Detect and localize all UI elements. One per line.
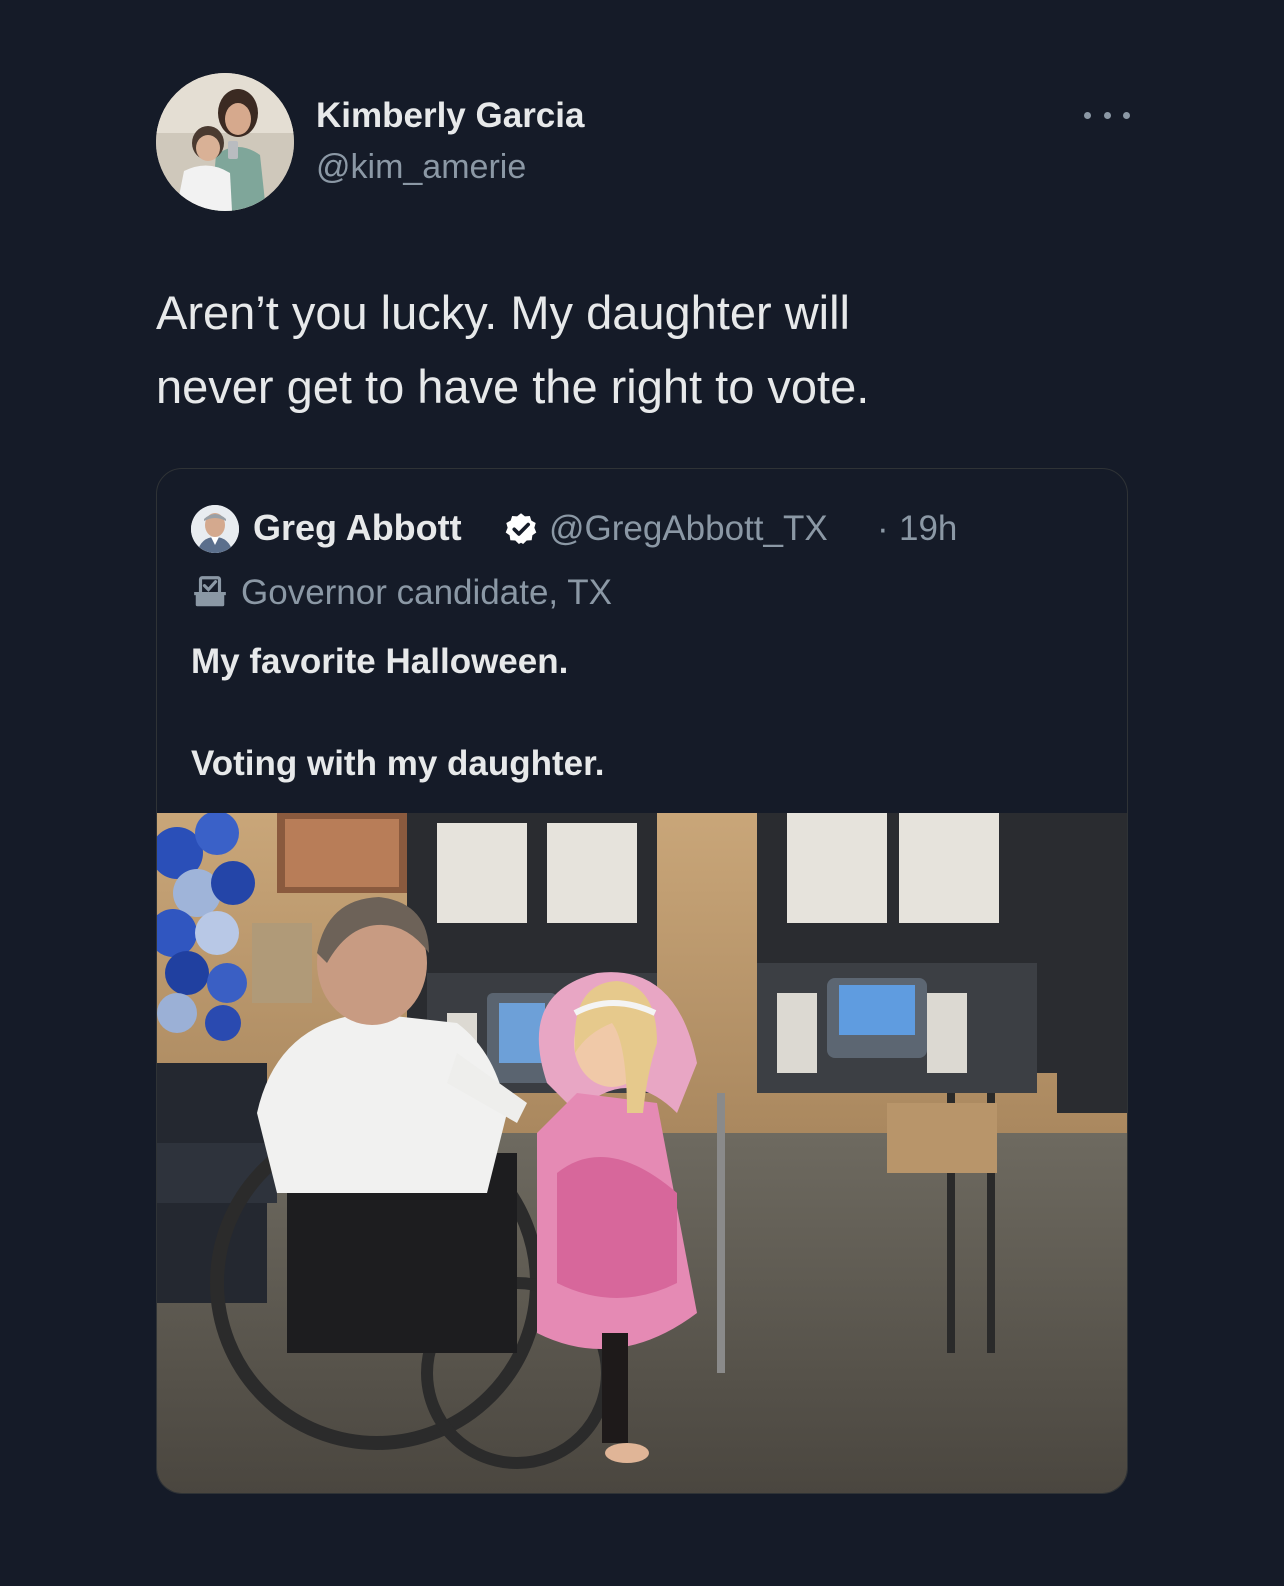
quoted-timestamp[interactable]: 19h <box>899 509 957 549</box>
separator-dot: · <box>877 509 889 548</box>
more-horizontal-icon <box>1084 111 1091 119</box>
profile-photo-icon <box>191 505 239 553</box>
tweet-text-line: Aren’t you lucky. My daughter will <box>156 286 850 339</box>
quoted-tweet-text: My favorite Halloween. Voting with my da… <box>191 637 1091 789</box>
photo-voting-booths-icon <box>157 813 1127 1493</box>
quoted-text-line: My favorite Halloween. <box>191 642 569 681</box>
quoted-media-photo[interactable] <box>157 813 1127 1493</box>
more-horizontal-icon <box>1123 111 1130 119</box>
candidate-label: Governor candidate, TX <box>241 573 612 612</box>
quoted-author-avatar[interactable] <box>191 505 239 553</box>
author-avatar[interactable] <box>156 73 294 211</box>
more-horizontal-icon <box>1103 111 1111 119</box>
author-name[interactable]: Kimberly Garcia <box>316 96 584 136</box>
verified-badge-icon <box>505 513 537 544</box>
ballot-box-icon <box>194 576 226 607</box>
quoted-text-line: Voting with my daughter. <box>191 744 605 783</box>
author-handle[interactable]: @kim_amerie <box>316 148 526 187</box>
profile-photo-icon <box>156 73 294 211</box>
tweet-text-line: never get to have the right to vote. <box>156 360 870 413</box>
quoted-author-name[interactable]: Greg Abbott <box>253 507 462 549</box>
more-options-button[interactable] <box>1084 100 1130 130</box>
tweet-text: Aren’t you lucky. My daughter will never… <box>156 276 1076 424</box>
quoted-author-handle[interactable]: @GregAbbott_TX <box>549 509 828 549</box>
tweet: Kimberly Garcia @kim_amerie Aren’t you l… <box>0 0 1284 1586</box>
quoted-tweet-card[interactable]: Greg Abbott @GregAbbott_TX · 19h Governo… <box>156 468 1128 1494</box>
